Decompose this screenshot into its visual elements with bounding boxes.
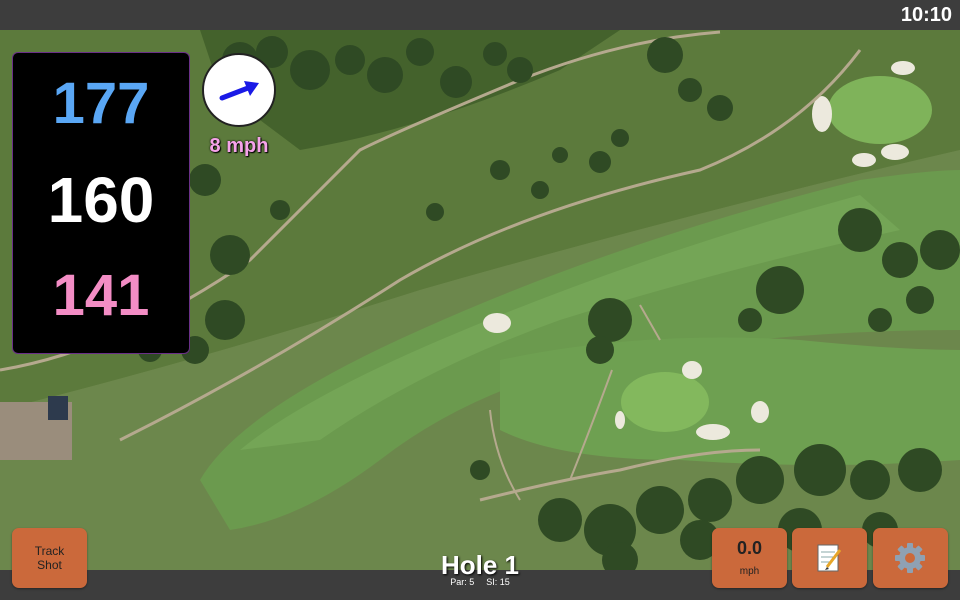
wind-speed-button[interactable]: 0.0 mph <box>712 528 787 588</box>
wind-speed-value: 0.0 <box>736 538 763 558</box>
status-bar: 10:10 <box>0 0 960 30</box>
middle-of-green-distance: 160 <box>47 164 155 236</box>
hole-info: Par: 5 SI: 15 <box>380 577 580 587</box>
wind-arrow-icon <box>219 81 259 101</box>
settings-button[interactable] <box>873 528 948 588</box>
distance-panel: 177 160 141 <box>12 52 190 354</box>
notepad-icon <box>817 544 842 572</box>
gear-icon <box>895 543 925 573</box>
track-shot-button[interactable]: Track Shot <box>12 528 87 588</box>
notes-button[interactable] <box>792 528 867 588</box>
track-shot-label-line1: Track <box>34 544 65 558</box>
back-of-green-distance: 177 <box>52 71 150 136</box>
wind-speed-label: 8 mph <box>209 135 269 157</box>
course-map[interactable]: 177 160 141 8 mph <box>0 30 960 570</box>
stroke-index-label: SI: 15 <box>486 577 510 587</box>
wind-direction-indicator <box>202 53 276 127</box>
track-shot-label-line2: Shot <box>37 558 62 572</box>
front-of-green-distance: 141 <box>52 263 150 328</box>
clock: 10:10 <box>900 4 952 26</box>
wind-speed-unit: mph <box>739 566 760 577</box>
par-label: Par: 5 <box>450 577 475 587</box>
